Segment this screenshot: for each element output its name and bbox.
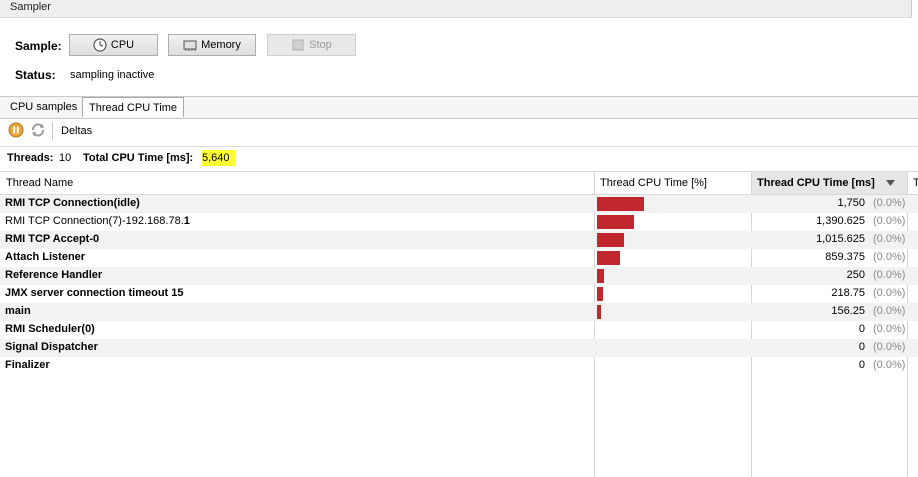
stop-button-label: Stop: [309, 39, 332, 51]
table-row[interactable]: Finalizer 0 (0.0%): [0, 357, 918, 375]
column-truncated[interactable]: T: [907, 172, 918, 194]
status-label: Status:: [15, 68, 56, 82]
thread-name: RMI TCP Accept-0: [5, 233, 100, 245]
cpu-ms-percent: (0.0%): [873, 359, 906, 371]
thread-name: Reference Handler: [5, 269, 103, 281]
cpu-ms-percent: (0.0%): [873, 269, 906, 281]
cpu-ms-percent: (0.0%): [873, 251, 906, 263]
sample-label: Sample:: [15, 39, 62, 53]
total-cpu-label: Total CPU Time [ms]:: [83, 152, 194, 164]
threads-label: Threads:: [7, 152, 54, 164]
thread-name-suffix: 1: [183, 215, 190, 227]
cpu-percent-bar: [597, 287, 603, 301]
cpu-ms-value: 1,015.625: [816, 233, 865, 245]
cpu-ms-percent: (0.0%): [873, 341, 906, 353]
cpu-ms-value: 0: [858, 323, 865, 335]
table-row[interactable]: RMI TCP Connection(idle) 1,750 (0.0%): [0, 195, 918, 213]
cpu-ms-percent: (0.0%): [873, 215, 906, 227]
cpu-ms-percent: (0.0%): [873, 287, 906, 299]
threads-count: 10: [59, 152, 72, 164]
cpu-ms-percent: (0.0%): [873, 305, 906, 317]
thread-name: RMI TCP Connection(idle): [5, 197, 140, 209]
thread-name: main: [5, 305, 31, 317]
thread-table: Thread Name Thread CPU Time [%] Thread C…: [0, 172, 918, 477]
cpu-ms-value: 1,750: [837, 197, 865, 209]
memory-button-label: Memory: [201, 39, 241, 51]
table-row[interactable]: JMX server connection timeout 15 218.75 …: [0, 285, 918, 303]
thread-toolbar: Deltas: [0, 119, 918, 145]
thread-name: Finalizer: [5, 359, 50, 371]
cpu-ms-percent: (0.0%): [873, 323, 906, 335]
cpu-sample-button[interactable]: CPU: [69, 34, 158, 56]
cpu-percent-bar: [597, 215, 634, 229]
memory-sample-button[interactable]: Memory: [168, 34, 256, 56]
cpu-ms-value: 859.375: [825, 251, 865, 263]
deltas-toggle[interactable]: Deltas: [61, 125, 92, 137]
cpu-percent-bar: [597, 197, 644, 211]
table-row[interactable]: RMI Scheduler(0) 0 (0.0%): [0, 321, 918, 339]
cpu-ms-value: 0: [858, 359, 865, 371]
column-cpu-ms-label: Thread CPU Time [ms]: [757, 177, 875, 189]
sort-descending-icon: [886, 180, 895, 186]
thread-name: RMI TCP Connection(7)-192.168.78.1: [5, 215, 190, 227]
tab-bar: CPU samples Thread CPU Time: [0, 96, 918, 119]
pause-icon[interactable]: [8, 122, 24, 138]
column-cpu-percent[interactable]: Thread CPU Time [%]: [594, 172, 751, 194]
stop-sample-button[interactable]: Stop: [267, 34, 356, 56]
clock-icon: [93, 38, 107, 52]
table-row[interactable]: Attach Listener 859.375 (0.0%): [0, 249, 918, 267]
memory-chip-icon: [183, 40, 197, 51]
column-thread-name[interactable]: Thread Name: [0, 172, 594, 194]
table-row[interactable]: Signal Dispatcher 0 (0.0%): [0, 339, 918, 357]
table-row[interactable]: RMI TCP Connection(7)-192.168.78.1 1,390…: [0, 213, 918, 231]
cpu-ms-value: 250: [846, 269, 865, 281]
tab-cpu-samples[interactable]: CPU samples: [4, 97, 83, 117]
thread-name-prefix: RMI TCP Connection(7)-192.168.78.: [5, 215, 184, 227]
titlebar-divider: [911, 0, 912, 17]
cpu-percent-bar: [597, 233, 624, 247]
cpu-ms-percent: (0.0%): [873, 233, 906, 245]
cpu-ms-percent: (0.0%): [873, 197, 906, 209]
table-row[interactable]: RMI TCP Accept-0 1,015.625 (0.0%): [0, 231, 918, 249]
cpu-button-label: CPU: [110, 39, 135, 51]
cpu-ms-value: 0: [858, 341, 865, 353]
total-cpu-value: 5,640: [202, 150, 236, 166]
cpu-ms-value: 1,390.625: [816, 215, 865, 227]
tab-thread-cpu-time[interactable]: Thread CPU Time: [82, 97, 185, 117]
column-cpu-ms[interactable]: Thread CPU Time [ms]: [751, 172, 907, 194]
table-row[interactable]: Reference Handler 250 (0.0%): [0, 267, 918, 285]
status-value: sampling inactive: [70, 69, 155, 81]
summary-bar: Threads: 10 Total CPU Time [ms]: 5,640: [0, 146, 918, 172]
window-title: Sampler: [10, 1, 51, 13]
cpu-percent-bar: [597, 305, 601, 319]
thread-name: RMI Scheduler(0): [5, 323, 95, 335]
table-header: Thread Name Thread CPU Time [%] Thread C…: [0, 172, 918, 195]
table-row[interactable]: main 156.25 (0.0%): [0, 303, 918, 321]
thread-name: Signal Dispatcher: [5, 341, 98, 353]
toolbar-separator: [52, 122, 53, 140]
table-body: RMI TCP Connection(idle) 1,750 (0.0%) RM…: [0, 195, 918, 375]
thread-name: Attach Listener: [5, 251, 86, 263]
cpu-percent-bar: [597, 251, 620, 265]
window-titlebar: Sampler: [0, 0, 912, 18]
refresh-icon[interactable]: [30, 122, 46, 138]
cpu-ms-value: 218.75: [831, 287, 865, 299]
cpu-percent-bar: [597, 269, 604, 283]
thread-name: JMX server connection timeout 15: [5, 287, 184, 299]
cpu-ms-value: 156.25: [831, 305, 865, 317]
stop-icon: [292, 39, 304, 51]
